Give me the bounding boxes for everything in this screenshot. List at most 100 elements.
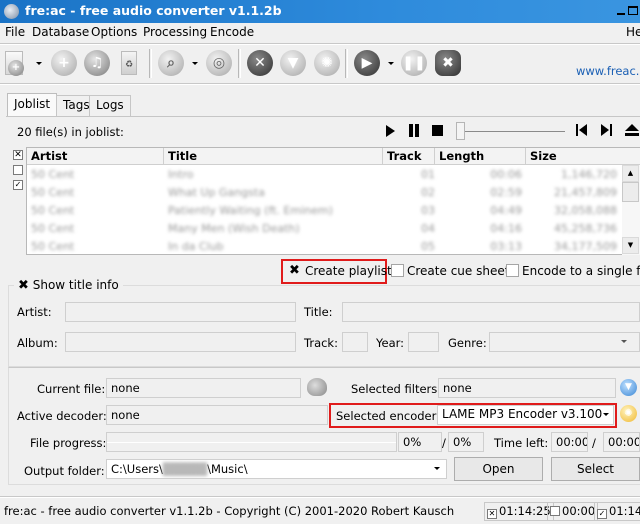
cell-title: Patiently Waiting (ft. Eminem) <box>168 204 333 217</box>
column-header-title[interactable]: Title <box>164 148 383 165</box>
player-stop-icon[interactable] <box>432 125 443 136</box>
filter-icon[interactable]: ▼ <box>620 379 637 396</box>
tab-logs[interactable]: Logs <box>89 95 131 116</box>
progress-separator: / <box>442 436 446 450</box>
add-cd-button[interactable]: + <box>51 50 77 76</box>
scroll-up-icon[interactable]: ▲ <box>622 165 639 182</box>
tab-joblist[interactable]: Joblist <box>7 93 58 117</box>
time-left-label: Time left: <box>494 436 549 450</box>
select-all-checkbox[interactable]: ✕ <box>13 150 23 160</box>
cell-track: 02 <box>421 186 435 199</box>
menu-help[interactable]: He <box>624 25 640 39</box>
add-files-dropdown-arrow[interactable] <box>36 62 42 65</box>
file-progress-label: File progress: <box>30 436 107 450</box>
track-field[interactable] <box>342 332 368 352</box>
player-seek-slider[interactable] <box>460 131 565 132</box>
table-row[interactable]: 50 Cent In da Club 05 03:13 34,177,509 <box>27 238 625 254</box>
album-field[interactable] <box>65 332 296 352</box>
column-header-length[interactable]: Length <box>435 148 526 165</box>
player-play-icon[interactable] <box>386 125 395 137</box>
pause-encoding-button[interactable]: ❚❚ <box>401 50 427 76</box>
table-row[interactable]: 50 Cent Patiently Waiting (ft. Eminem) 0… <box>27 202 625 220</box>
status-text: fre:ac - free audio converter v1.1.2b - … <box>4 504 455 518</box>
menu-processing[interactable]: Processing <box>141 25 209 39</box>
menu-file[interactable]: File <box>3 25 27 39</box>
cell-track: 03 <box>421 204 435 217</box>
cell-title: In da Club <box>168 240 224 253</box>
toolbar-separator <box>149 49 152 78</box>
title-label: Title: <box>304 305 333 319</box>
cddb-query-button[interactable]: ⌕ <box>158 50 184 76</box>
title-field[interactable] <box>342 302 640 322</box>
table-row[interactable]: 50 Cent Intro 01 00:06 1,146,720 <box>27 166 625 184</box>
encoder-settings-button[interactable]: ✺ <box>314 50 340 76</box>
minimize-icon[interactable] <box>615 5 627 17</box>
year-field[interactable] <box>408 332 439 352</box>
stop-encoding-button[interactable]: ✖ <box>435 50 461 76</box>
column-header-size[interactable]: Size <box>526 148 640 165</box>
filter-icon: ▼ <box>287 55 299 71</box>
menu-options[interactable]: Options <box>89 25 139 39</box>
encode-single-file-checkbox[interactable] <box>506 264 519 277</box>
player-seek-thumb[interactable] <box>456 122 465 140</box>
menu-encode[interactable]: Encode <box>208 25 256 39</box>
chevron-down-icon <box>621 340 627 343</box>
redacted-username: █████ <box>162 462 208 476</box>
create-cue-sheet-checkbox[interactable] <box>391 264 404 277</box>
gear-icon: ✺ <box>321 55 333 71</box>
maximize-icon[interactable] <box>628 6 638 15</box>
show-title-info-toggle[interactable]: ✖ Show title info <box>14 278 123 293</box>
remove-track-button[interactable]: ♫ <box>84 50 110 76</box>
cell-length: 04:16 <box>490 222 522 235</box>
statusbar-separator <box>0 496 640 498</box>
configure-button[interactable]: ✕ <box>247 50 273 76</box>
total-progress-percent: 0% <box>448 432 484 452</box>
cell-title: What Up Gangsta <box>168 186 265 199</box>
create-cue-sheet-label[interactable]: Create cue sheet <box>407 264 509 278</box>
table-row[interactable]: 50 Cent Many Men (Wish Death) 04 04:16 4… <box>27 220 625 238</box>
menu-database[interactable]: Database <box>30 25 91 39</box>
cell-length: 02:59 <box>490 186 522 199</box>
player-pause-icon[interactable] <box>409 124 419 137</box>
output-folder-dropdown[interactable]: C:\Users\█████\Music\ <box>106 459 447 479</box>
cell-size: 1,146,720 <box>561 168 617 181</box>
artist-label: Artist: <box>17 305 52 319</box>
cell-size: 21,457,809 <box>554 186 617 199</box>
encoder-settings-icon[interactable]: ✺ <box>620 405 637 422</box>
start-encoding-dropdown-arrow[interactable] <box>388 62 394 65</box>
table-row[interactable]: 50 Cent What Up Gangsta 02 02:59 21,457,… <box>27 184 625 202</box>
joblist-count: 20 file(s) in joblist: <box>17 125 124 139</box>
scrollbar-thumb[interactable] <box>622 182 639 202</box>
selected-encoder-dropdown[interactable]: LAME MP3 Encoder v3.100 <box>437 405 614 425</box>
column-header-artist[interactable]: Artist <box>27 148 164 165</box>
genre-dropdown[interactable] <box>489 332 640 352</box>
encode-single-file-label[interactable]: Encode to a single file <box>522 264 640 278</box>
create-playlist-label[interactable]: Create playlist <box>305 264 392 278</box>
joblist-table[interactable]: Artist Title Track Length Size 50 Cent I… <box>26 147 640 255</box>
select-folder-button[interactable]: Select <box>551 457 640 481</box>
artist-field[interactable] <box>65 302 296 322</box>
filters-button[interactable]: ▼ <box>280 50 306 76</box>
select-none-checkbox[interactable] <box>13 165 23 175</box>
scroll-down-icon[interactable]: ▼ <box>622 237 639 254</box>
open-folder-button[interactable]: Open <box>454 457 543 481</box>
clear-joblist-button[interactable]: ♻ <box>121 51 137 75</box>
start-encoding-button[interactable]: ▶ <box>354 50 380 76</box>
file-progress-percent: 0% <box>398 432 442 452</box>
show-title-info-checkbox[interactable]: ✖ <box>18 278 29 293</box>
trash-icon: ♻ <box>125 60 134 70</box>
add-files-button[interactable]: + <box>5 51 24 76</box>
cell-length: 04:49 <box>490 204 522 217</box>
joblist-scrollbar[interactable]: ▲ ▼ <box>622 165 640 255</box>
window-title: fre:ac - free audio converter v1.1.2b <box>25 3 282 18</box>
show-title-info-label[interactable]: Show title info <box>33 278 119 292</box>
cddb-query-dropdown-arrow[interactable] <box>192 62 198 65</box>
toggle-selection-checkbox[interactable]: ✓ <box>13 180 23 190</box>
cell-title: Many Men (Wish Death) <box>168 222 300 235</box>
create-playlist-checkbox[interactable]: ✖ <box>288 264 301 278</box>
current-file-label: Current file: <box>37 382 106 396</box>
cddb-submit-button[interactable]: ◎ <box>206 50 232 76</box>
skip-file-icon[interactable] <box>307 378 327 396</box>
website-link[interactable]: www.freac.c <box>576 64 640 78</box>
column-header-track[interactable]: Track <box>383 148 435 165</box>
